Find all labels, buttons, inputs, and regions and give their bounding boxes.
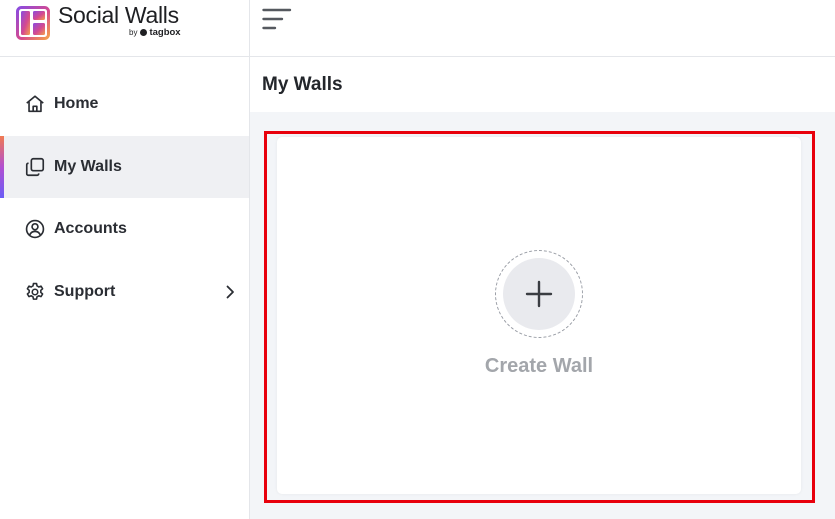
account-icon — [24, 218, 46, 240]
sidebar-item-accounts[interactable]: Accounts — [0, 198, 249, 261]
menu-toggle-button[interactable] — [262, 6, 292, 34]
gear-icon — [24, 281, 46, 303]
sidebar-item-label: My Walls — [54, 157, 122, 175]
main-content: My Walls Create Wall — [250, 57, 835, 519]
social-walls-logo-icon — [16, 6, 50, 40]
brand-company-label: tagbox — [149, 27, 181, 38]
create-wall-card[interactable]: Create Wall — [277, 137, 801, 494]
sidebar-nav: Home My Walls Accounts Support — [0, 73, 249, 323]
create-wall-label: Create Wall — [484, 355, 594, 377]
brand-logo[interactable]: Social Walls by tagbox — [0, 0, 249, 57]
brand-company: tagbox — [140, 27, 181, 38]
top-bar — [250, 0, 835, 57]
page-title: My Walls — [262, 74, 343, 95]
home-icon — [24, 93, 46, 115]
sidebar-item-label: Support — [54, 282, 116, 300]
walls-icon — [24, 156, 46, 178]
sidebar-item-label: Home — [54, 95, 99, 113]
create-wall-button[interactable] — [503, 258, 575, 330]
brand-by: by — [129, 28, 138, 37]
brand-title: Social Walls — [58, 2, 179, 28]
sidebar-item-home[interactable]: Home — [0, 73, 249, 136]
sidebar: Social Walls by tagbox Home My Walls Acc… — [0, 0, 250, 519]
plus-icon — [525, 280, 553, 308]
page-header: My Walls — [250, 57, 835, 112]
chevron-right-icon — [223, 285, 237, 299]
hamburger-menu-icon — [262, 8, 292, 30]
sidebar-item-my-walls[interactable]: My Walls — [0, 135, 249, 198]
tagbox-icon — [140, 29, 148, 36]
sidebar-item-support[interactable]: Support — [0, 261, 249, 324]
sidebar-item-label: Accounts — [54, 220, 127, 238]
brand-byline: by tagbox — [129, 27, 181, 38]
